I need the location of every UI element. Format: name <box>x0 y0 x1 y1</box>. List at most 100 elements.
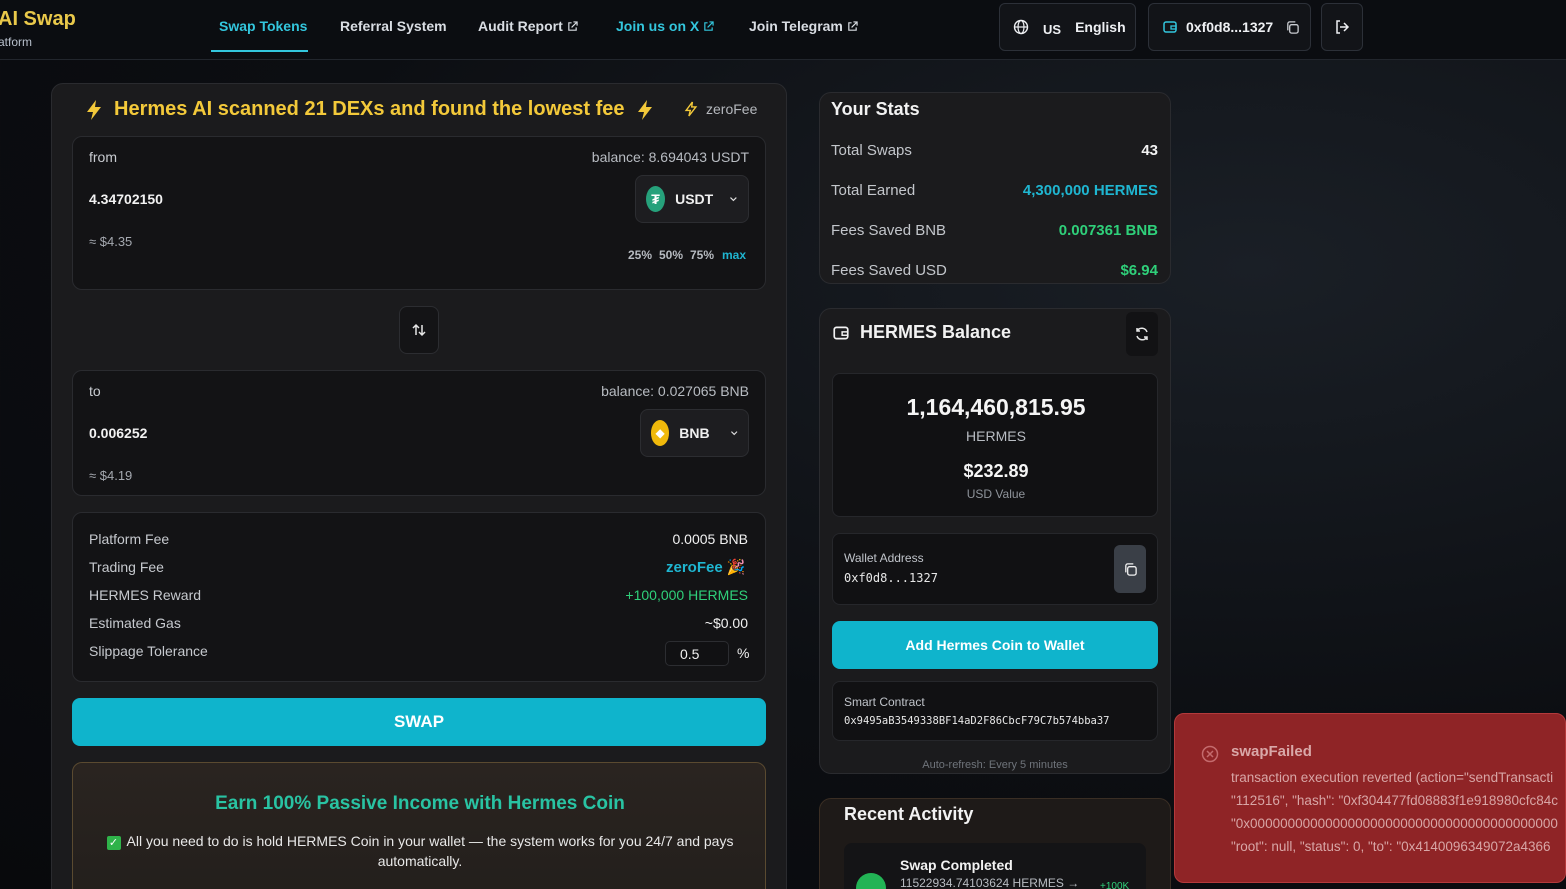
to-usd-value: ≈ $4.19 <box>89 468 133 483</box>
refresh-button[interactable] <box>1126 312 1158 356</box>
swap-direction-button[interactable] <box>399 306 439 354</box>
checkbox-icon: ✓ <box>106 836 121 850</box>
stat-fees-usd-value: $6.94 <box>1120 262 1158 279</box>
stats-title: Your Stats <box>831 99 920 119</box>
pct-25-button[interactable]: 25% <box>628 248 652 262</box>
logout-button[interactable] <box>1321 3 1363 51</box>
max-button[interactable]: max <box>722 248 746 262</box>
hermes-unit: HERMES <box>966 428 1026 444</box>
auto-refresh-note: Auto-refresh: Every 5 minutes <box>922 759 1068 771</box>
wallet-address: 0xf0d8...1327 <box>1186 19 1274 35</box>
stat-fees-bnb-value: 0.007361 BNB <box>1058 222 1158 239</box>
nav-label: Audit Report <box>478 18 563 34</box>
balance-summary-box: 1,164,460,815.95 HERMES $232.89 USD Valu… <box>832 373 1158 517</box>
passive-title: Earn 100% Passive Income with Hermes Coi… <box>215 793 625 814</box>
check-circle-icon <box>856 873 886 889</box>
nav-join-telegram[interactable]: Join Telegram <box>749 18 858 34</box>
copy-icon[interactable] <box>1285 20 1300 35</box>
toast-line: "root": null, "status": 0, "to": "0x4140… <box>1231 839 1551 854</box>
nav-join-x[interactable]: Join us on X <box>616 18 714 34</box>
swap-button[interactable]: SWAP <box>72 698 766 746</box>
smart-contract-box: Smart Contract 0x9495aB3549338BF14aD2F86… <box>832 681 1158 741</box>
to-label: to <box>89 383 101 399</box>
chevron-down-icon <box>730 431 737 436</box>
scan-headline: Hermes AI scanned 21 DEXs and found the … <box>84 98 655 121</box>
lightning-icon <box>637 99 652 120</box>
chevron-down-icon <box>730 197 737 202</box>
wallet-icon <box>833 326 849 339</box>
activity-item-title: Swap Completed <box>900 857 1013 873</box>
passive-text: All you need to do is hold HERMES Coin i… <box>126 833 734 869</box>
from-token-select[interactable]: ₮ USDT <box>635 175 749 223</box>
error-toast[interactable]: swapFailed transaction execution reverte… <box>1174 713 1566 883</box>
balance-title: HERMES Balance <box>832 322 1011 343</box>
activity-item-sub: 11522934.74103624 HERMES → <box>900 876 1080 889</box>
stat-total-earned-label: Total Earned <box>831 182 916 199</box>
brand-title[interactable]: AI Swap <box>0 8 76 31</box>
stat-total-earned-value: 4,300,000 HERMES <box>1022 182 1158 199</box>
gas-value: ~$0.00 <box>704 615 748 631</box>
external-link-icon <box>848 20 858 31</box>
swap-arrows-icon <box>412 323 426 337</box>
toast-line: transaction execution reverted (action="… <box>1231 770 1554 785</box>
pct-75-button[interactable]: 75% <box>690 248 714 262</box>
gas-label: Estimated Gas <box>89 615 181 631</box>
lang-code: US <box>1043 21 1062 37</box>
external-link-icon <box>704 20 714 31</box>
from-amount-input[interactable]: 4.34702150 <box>89 191 163 207</box>
from-balance: balance: 8.694043 USDT <box>591 149 749 165</box>
lightning-icon <box>87 99 101 120</box>
logout-icon <box>1336 20 1350 34</box>
slippage-input[interactable] <box>665 641 729 666</box>
trading-fee-value: zeroFee 🎉 <box>666 558 746 576</box>
lightning-icon <box>684 101 698 117</box>
copy-icon <box>1124 562 1137 576</box>
contract-label: Smart Contract <box>844 695 925 709</box>
error-icon <box>1201 745 1219 763</box>
wallet-address-box: Wallet Address 0xf0d8...1327 <box>832 533 1158 605</box>
headline-text: Hermes AI scanned 21 DEXs and found the … <box>114 98 625 120</box>
slippage-unit: % <box>737 645 750 661</box>
stat-fees-bnb-label: Fees Saved BNB <box>831 222 947 239</box>
slippage-label: Slippage Tolerance <box>89 643 208 659</box>
stat-fees-usd-label: Fees Saved USD <box>831 262 947 279</box>
nav-swap-tokens[interactable]: Swap Tokens <box>219 18 307 34</box>
to-token-symbol: BNB <box>679 425 710 441</box>
trading-fee-text: zeroFee <box>666 559 723 576</box>
nav-referral-system[interactable]: Referral System <box>340 18 447 34</box>
passive-income-banner: Earn 100% Passive Income with Hermes Coi… <box>72 762 766 889</box>
to-token-select[interactable]: ◆ BNB <box>640 409 749 457</box>
stat-total-swaps-label: Total Swaps <box>831 142 912 159</box>
from-token-symbol: USDT <box>675 191 714 207</box>
reward-label: HERMES Reward <box>89 587 202 603</box>
wallet-address-label: Wallet Address <box>844 551 924 565</box>
from-usd-value: ≈ $4.35 <box>89 234 133 249</box>
wallet-button[interactable]: 0xf0d8...1327 <box>1148 3 1311 51</box>
nav-label: Swap Tokens <box>219 18 308 34</box>
usdt-icon: ₮ <box>646 186 666 212</box>
nav-label: Referral System <box>340 18 447 34</box>
from-label: from <box>89 149 117 165</box>
stat-total-swaps-value: 43 <box>1141 142 1158 159</box>
copy-address-button[interactable] <box>1114 545 1146 593</box>
add-hermes-to-wallet-button[interactable]: Add Hermes Coin to Wallet <box>832 621 1158 669</box>
usd-value-label: USD Value <box>966 487 1026 501</box>
pct-50-button[interactable]: 50% <box>659 248 683 262</box>
nav-audit-report[interactable]: Audit Report <box>478 18 578 34</box>
passive-text-wrap: ✓ All you need to do is hold HERMES Coin … <box>103 831 737 871</box>
language-selector[interactable]: US English <box>999 3 1136 51</box>
top-navbar: AI Swap atform Swap Tokens Referral Syst… <box>0 0 1566 60</box>
bnb-icon: ◆ <box>651 420 670 446</box>
refresh-icon <box>1136 327 1148 341</box>
activity-title: Recent Activity <box>844 804 974 824</box>
activity-item[interactable]: Swap Completed 11522934.74103624 HERMES … <box>844 843 1146 889</box>
globe-icon <box>1013 19 1029 35</box>
activity-item-badge: +100K <box>1100 881 1130 889</box>
toast-line: "0x0000000000000000000000000000000000000… <box>1231 816 1558 831</box>
nav-label: Join us on X <box>616 18 700 34</box>
contract-address[interactable]: 0x9495aB3549338BF14aD2F86CbcF79C7b574bba… <box>844 715 1110 727</box>
toast-line: "112516", "hash": "0xf304477fd08883f1e91… <box>1231 793 1558 808</box>
zerofee-text: zeroFee <box>706 101 758 117</box>
toast-title: swapFailed <box>1231 743 1312 760</box>
reward-value: +100,000 HERMES <box>625 587 748 603</box>
